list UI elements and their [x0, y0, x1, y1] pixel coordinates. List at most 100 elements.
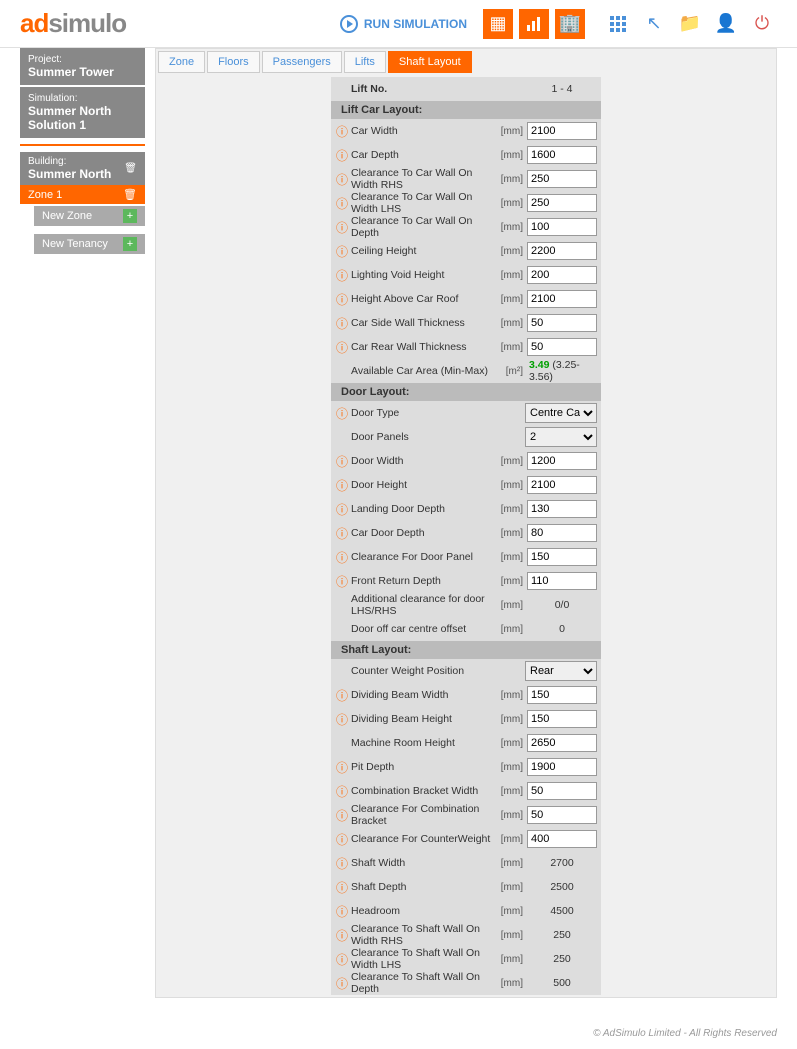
folder-icon[interactable]: 📁 — [675, 9, 705, 39]
info-icon[interactable]: ⓘ — [335, 291, 349, 308]
comb_bracket-input[interactable] — [527, 782, 597, 800]
door_panels-select[interactable]: 2 — [525, 427, 597, 447]
grid-icon[interactable] — [603, 9, 633, 39]
door_height-input[interactable] — [527, 476, 597, 494]
pit_depth-input[interactable] — [527, 758, 597, 776]
tab-floors[interactable]: Floors — [207, 51, 260, 73]
info-icon[interactable]: ⓘ — [335, 195, 349, 212]
car_depth-input[interactable] — [527, 146, 597, 164]
run-simulation-label: RUN SIMULATION — [364, 17, 467, 31]
info-icon[interactable]: ⓘ — [335, 453, 349, 470]
tab-zone[interactable]: Zone — [158, 51, 205, 73]
power-icon[interactable]: ⏻ — [747, 9, 777, 39]
info-icon[interactable]: ⓘ — [335, 903, 349, 920]
info-icon[interactable]: ⓘ — [335, 855, 349, 872]
form-row-lighting: ⓘLighting Void Height[mm] — [331, 263, 601, 287]
info-icon[interactable]: ⓘ — [335, 831, 349, 848]
delete-icon[interactable]: 🗑 — [124, 163, 137, 174]
door_type-select[interactable]: Centre Car — [525, 403, 597, 423]
div_beam_w-input[interactable] — [527, 686, 597, 704]
cl_comb-input[interactable] — [527, 806, 597, 824]
info-icon[interactable]: ⓘ — [335, 549, 349, 566]
car_width-input[interactable] — [527, 122, 597, 140]
cl_depth-input[interactable] — [527, 218, 597, 236]
tab-passengers[interactable]: Passengers — [262, 51, 342, 73]
cw_pos-select[interactable]: Rear — [525, 661, 597, 681]
info-icon[interactable]: ⓘ — [335, 927, 349, 944]
above_roof-input[interactable] — [527, 290, 597, 308]
info-icon[interactable]: ⓘ — [335, 477, 349, 494]
tab-lifts[interactable]: Lifts — [344, 51, 386, 73]
plus-icon[interactable]: + — [123, 209, 137, 223]
form-row-shaft_depth: ⓘShaft Depth[mm]2500 — [331, 875, 601, 899]
landing_depth-input[interactable] — [527, 500, 597, 518]
form-row-cl_lhs: ⓘClearance To Car Wall On Width LHS[mm] — [331, 191, 601, 215]
unit-label: [mm] — [493, 198, 527, 209]
cl_rhs-input[interactable] — [527, 170, 597, 188]
unit-label: [mm] — [493, 456, 527, 467]
building-icon[interactable]: 🏢 — [555, 9, 585, 39]
unit-label: [mm] — [493, 810, 527, 821]
rear_wall-input[interactable] — [527, 338, 597, 356]
info-icon[interactable]: ⓘ — [335, 243, 349, 260]
info-icon[interactable]: ⓘ — [335, 687, 349, 704]
user-icon[interactable]: 👤 — [711, 9, 741, 39]
delete-icon[interactable]: 🗑 — [123, 188, 137, 201]
ceiling-input[interactable] — [527, 242, 597, 260]
field-label: Counter Weight Position — [349, 665, 491, 677]
info-icon[interactable]: ⓘ — [335, 171, 349, 188]
info-icon[interactable]: ⓘ — [335, 573, 349, 590]
cl_lhs-input[interactable] — [527, 194, 597, 212]
info-icon[interactable]: ⓘ — [335, 267, 349, 284]
unit-label: [m²] — [493, 366, 527, 377]
car_door_depth-input[interactable] — [527, 524, 597, 542]
field-label: Pit Depth — [349, 761, 493, 773]
cl_cw-input[interactable] — [527, 830, 597, 848]
new-zone-button[interactable]: New Zone + — [34, 206, 145, 226]
info-icon[interactable]: ⓘ — [335, 759, 349, 776]
info-icon[interactable]: ⓘ — [335, 975, 349, 992]
unit-label: [mm] — [493, 930, 527, 941]
info-icon[interactable]: ⓘ — [335, 219, 349, 236]
cl_panel-input[interactable] — [527, 548, 597, 566]
cl_sw_rhs-value: 250 — [527, 929, 597, 941]
dashboard-icon[interactable]: ▦ — [483, 9, 513, 39]
section-door: Door Layout: — [331, 383, 601, 401]
info-icon[interactable]: ⓘ — [335, 147, 349, 164]
form-row-cl_sw_lhs: ⓘClearance To Shaft Wall On Width LHS[mm… — [331, 947, 601, 971]
add_cl-value: 0/0 — [527, 599, 597, 611]
lift-no-value: 1 - 4 — [527, 83, 597, 95]
div_beam_h-input[interactable] — [527, 710, 597, 728]
tab-shaft-layout[interactable]: Shaft Layout — [388, 51, 472, 73]
unit-label: [mm] — [493, 174, 527, 185]
new-tenancy-button[interactable]: New Tenancy + — [34, 234, 145, 254]
info-icon[interactable]: ⓘ — [335, 525, 349, 542]
door_width-input[interactable] — [527, 452, 597, 470]
form-row-machine_room: Machine Room Height[mm] — [331, 731, 601, 755]
info-icon[interactable]: ⓘ — [335, 951, 349, 968]
machine_room-input[interactable] — [527, 734, 597, 752]
form-row-div_beam_h: ⓘDividing Beam Height[mm] — [331, 707, 601, 731]
info-icon[interactable]: ⓘ — [335, 879, 349, 896]
info-icon[interactable]: ⓘ — [335, 315, 349, 332]
info-icon[interactable]: ⓘ — [335, 783, 349, 800]
plus-icon[interactable]: + — [123, 237, 137, 251]
info-icon[interactable]: ⓘ — [335, 123, 349, 140]
form-row-door_width: ⓘDoor Width[mm] — [331, 449, 601, 473]
headroom-value: 4500 — [527, 905, 597, 917]
lighting-input[interactable] — [527, 266, 597, 284]
chart-icon[interactable] — [519, 9, 549, 39]
zone-item[interactable]: Zone 1 🗑 — [20, 185, 145, 204]
unit-label: [mm] — [493, 600, 527, 611]
form-row-cl_panel: ⓘClearance For Door Panel[mm] — [331, 545, 601, 569]
run-simulation-button[interactable]: RUN SIMULATION — [340, 15, 467, 33]
info-icon[interactable]: ⓘ — [335, 501, 349, 518]
info-icon[interactable]: ⓘ — [335, 807, 349, 824]
side_wall-input[interactable] — [527, 314, 597, 332]
info-icon[interactable]: ⓘ — [335, 405, 349, 422]
front_return-input[interactable] — [527, 572, 597, 590]
arrow-icon[interactable]: ↖ — [639, 9, 669, 39]
info-icon[interactable]: ⓘ — [335, 339, 349, 356]
info-icon[interactable]: ⓘ — [335, 711, 349, 728]
building-header[interactable]: Building: Summer North 🗑 — [20, 152, 145, 185]
